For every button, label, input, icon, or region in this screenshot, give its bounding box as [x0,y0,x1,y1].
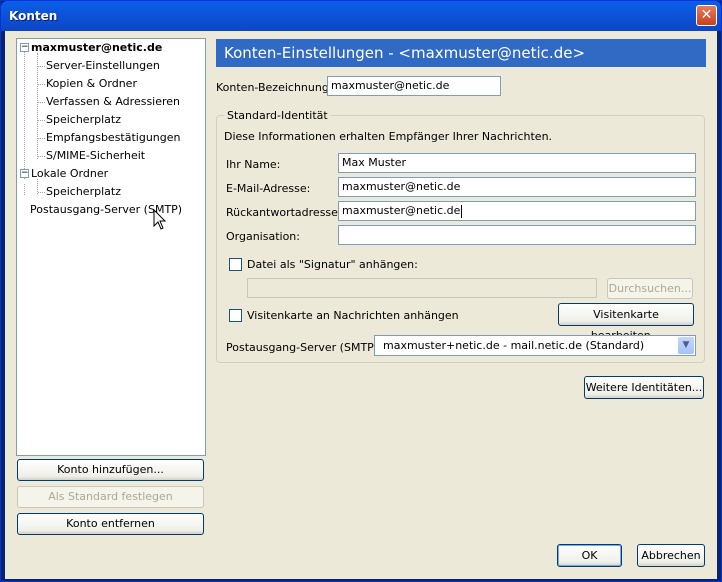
name-input[interactable]: Max Muster [338,153,696,173]
tree-item-label: Server-Einstellungen [46,59,160,72]
chevron-down-icon[interactable]: ▼ [678,337,694,354]
signature-label: Datei als "Signatur" anhängen: [247,258,418,271]
tree-line [24,184,25,195]
account-name-input[interactable]: maxmuster@netic.de [327,76,501,96]
tree-line [38,156,45,157]
tree-line [37,53,38,159]
edit-vcard-button[interactable]: Visitenkarte bearbeiten... [558,303,694,342]
email-input[interactable]: maxmuster@netic.de [338,177,696,197]
tree-local-label: Lokale Ordner [31,167,109,180]
signature-path-input[interactable] [247,278,597,298]
set-default-button[interactable]: Als Standard festlegen [17,486,204,508]
reply-to-label: Rückantwortadresse: [226,206,342,219]
tree-line [38,84,45,85]
vcard-label: Visitenkarte an Nachrichten anhängen [247,309,459,322]
cancel-button[interactable]: Abbrechen [637,544,705,567]
browse-button[interactable]: Durchsuchen... [607,278,693,299]
collapse-icon[interactable]: − [20,169,29,178]
organization-label: Organisation: [226,230,300,243]
smtp-select-value: maxmuster+netic.de - mail.netic.de (Stan… [383,339,645,352]
tree-item-label: Speicherplatz [46,185,121,198]
reply-to-value: maxmuster@netic.de [342,204,461,217]
vcard-checkbox[interactable] [229,309,242,322]
account-name-label: Konten-Bezeichnung: [216,81,333,94]
identity-description: Diese Informationen erhalten Empfänger I… [224,130,553,143]
more-identities-button[interactable]: Weitere Identitäten... [584,376,704,399]
signature-checkbox[interactable] [229,258,242,271]
tree-item-label: Empfangsbestätigungen [46,131,181,144]
email-label: E-Mail-Adresse: [226,182,311,195]
tree-item-label: Kopien & Ordner [46,77,137,90]
reply-to-input[interactable]: maxmuster@netic.de [338,201,696,221]
tree-line [38,66,45,67]
tree-line [38,120,45,121]
tree-line [38,102,45,103]
name-label: Ihr Name: [226,158,281,171]
smtp-select[interactable]: maxmuster+netic.de - mail.netic.de (Stan… [374,335,696,356]
tree-line [38,138,45,139]
ok-button[interactable]: OK [557,544,622,567]
account-tree[interactable]: − maxmuster@netic.de Server-Einstellunge… [16,38,206,456]
accounts-dialog: Konten ✕ − maxmuster@netic.de Server-Ein… [0,0,722,582]
identity-group-title: Standard-Identität [224,109,331,122]
tree-account-label: maxmuster@netic.de [31,41,163,54]
settings-header: Konten-Einstellungen - <maxmuster@netic.… [216,39,706,67]
tree-item-label: S/MIME-Sicherheit [46,149,146,162]
tree-item-label: Verfassen & Adressieren [46,95,181,108]
mouse-pointer-icon [153,209,167,230]
organization-input[interactable] [338,225,696,245]
tree-line [38,192,45,193]
collapse-icon[interactable]: − [20,43,29,52]
close-button[interactable]: ✕ [696,5,717,26]
dialog-body: − maxmuster@netic.de Server-Einstellunge… [5,31,717,579]
title-bar[interactable]: Konten ✕ [1,1,721,31]
add-account-button[interactable]: Konto hinzufügen... [17,459,204,481]
smtp-label: Postausgang-Server (SMTP): [226,341,382,354]
remove-account-button[interactable]: Konto entfernen [17,513,204,535]
window-title: Konten [9,9,58,23]
text-caret [461,204,463,218]
tree-line [24,51,25,179]
tree-item-label: Speicherplatz [46,113,121,126]
